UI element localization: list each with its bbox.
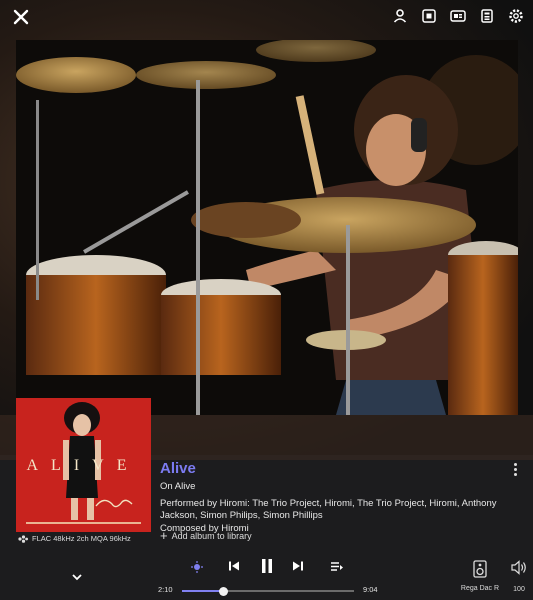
top-icons xyxy=(391,7,525,25)
format-info: FLAC 48kHz 2ch MQA 96kHz xyxy=(18,534,131,543)
artist-photo xyxy=(16,40,518,415)
previous-track-icon[interactable] xyxy=(228,560,240,572)
track-info: Alive On Alive Performed by Hiromi: The … xyxy=(160,460,505,535)
speaker-device-icon xyxy=(473,560,487,578)
add-album-label: Add album to library xyxy=(171,531,252,541)
total-duration: 9:04 xyxy=(363,585,378,594)
volume-control[interactable]: 100 xyxy=(508,560,530,593)
volume-icon xyxy=(511,560,526,575)
album-art[interactable]: ALIVE xyxy=(16,398,151,532)
pause-icon[interactable] xyxy=(260,558,274,574)
elapsed-time: 2:10 xyxy=(158,585,173,594)
next-track-icon[interactable] xyxy=(292,560,304,572)
add-album-button[interactable]: + Add album to library xyxy=(160,528,252,543)
seek-bar[interactable]: 2:10 9:04 xyxy=(158,585,378,597)
volume-level: 100 xyxy=(513,586,525,593)
device-name: Rega Dac R xyxy=(460,585,500,592)
top-bar xyxy=(0,0,533,34)
chevron-down-icon[interactable] xyxy=(71,569,83,581)
transport-controls xyxy=(190,558,350,576)
format-text: FLAC 48kHz 2ch MQA 96kHz xyxy=(32,534,131,543)
seek-track[interactable] xyxy=(182,587,354,596)
user-icon[interactable] xyxy=(391,7,409,25)
seek-handle[interactable] xyxy=(218,587,228,596)
svg-text:ALIVE: ALIVE xyxy=(27,457,140,474)
track-title[interactable]: Alive xyxy=(160,460,505,478)
more-options-icon[interactable] xyxy=(511,463,519,479)
signal-path-icon xyxy=(18,534,28,543)
output-device[interactable]: Rega Dac R xyxy=(460,560,500,592)
close-icon[interactable] xyxy=(10,6,32,28)
performed-by: Performed by Hiromi: The Trio Project, H… xyxy=(160,498,497,521)
zone-icon[interactable] xyxy=(420,7,438,25)
settings-icon[interactable] xyxy=(507,7,525,25)
seek-progress xyxy=(182,590,224,592)
queue-icon[interactable] xyxy=(449,7,467,25)
queue-list-icon[interactable] xyxy=(330,561,344,572)
plus-icon: + xyxy=(160,528,168,543)
album-link[interactable]: On Alive xyxy=(160,481,505,493)
radio-icon[interactable] xyxy=(478,7,496,25)
radio-wand-icon[interactable] xyxy=(190,560,204,574)
